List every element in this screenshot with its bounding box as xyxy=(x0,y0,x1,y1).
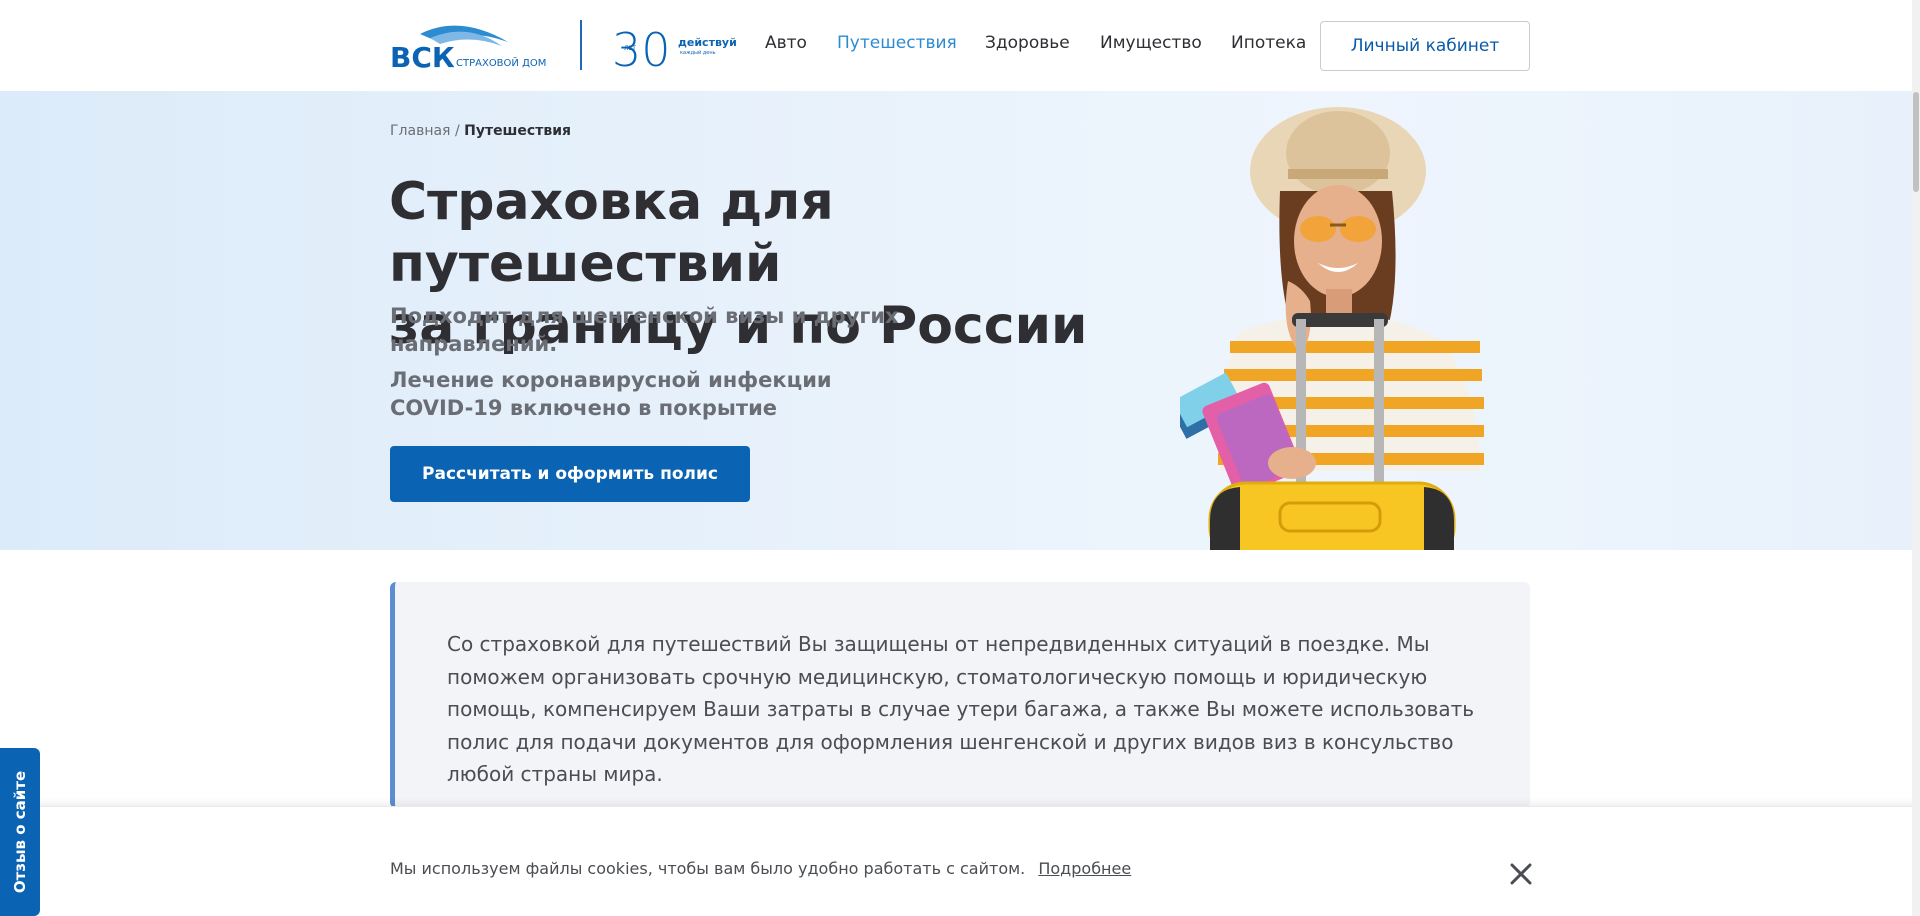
anniversary-slogan: действуй xyxy=(678,36,737,49)
info-text: Со страховкой для путешествий Вы защищен… xyxy=(447,632,1475,786)
breadcrumb-current: Путешествия xyxy=(464,123,571,139)
anniversary-number: 30 xyxy=(612,23,671,70)
breadcrumb: Главная / Путешествия xyxy=(390,123,571,139)
nav-item-health[interactable]: Здоровье xyxy=(985,33,1070,53)
cookie-more-link[interactable]: Подробнее xyxy=(1038,859,1131,878)
cookie-message: Мы используем файлы cookies, чтобы вам б… xyxy=(390,859,1131,878)
breadcrumb-home-link[interactable]: Главная xyxy=(390,123,450,139)
scrollbar-thumb[interactable] xyxy=(1913,92,1919,192)
feedback-label: Отзыв о сайте xyxy=(11,770,29,894)
hero-subtitle-schengen: Подходит для шенгенской визы и других на… xyxy=(390,304,899,356)
calculate-policy-button[interactable]: Рассчитать и оформить полис xyxy=(390,446,750,502)
page-title-line1: Страховка для путешествий xyxy=(389,172,834,294)
traveler-illustration xyxy=(1180,107,1484,550)
nav-item-mortgage[interactable]: Ипотека xyxy=(1231,33,1306,53)
personal-cabinet-button[interactable]: Личный кабинет xyxy=(1320,21,1530,71)
anniversary-years: ЛЕТ xyxy=(624,45,636,52)
cookie-banner: Мы используем файлы cookies, чтобы вам б… xyxy=(0,806,1920,916)
nav-item-auto[interactable]: Авто xyxy=(765,33,807,53)
breadcrumb-separator: / xyxy=(454,123,460,139)
nav-item-property[interactable]: Имущество xyxy=(1100,33,1202,53)
hero-section: Главная / Путешествия Страховка для путе… xyxy=(0,91,1920,550)
cookie-text: Мы используем файлы cookies, чтобы вам б… xyxy=(390,859,1026,878)
page-scrollbar[interactable] xyxy=(1912,0,1920,916)
close-icon[interactable] xyxy=(1508,861,1534,887)
anniversary-tagline: каждый день xyxy=(680,49,716,56)
logo-divider xyxy=(580,20,582,70)
site-header: ВСК СТРАХОВОЙ ДОМ 30 ЛЕТ действуй каждый… xyxy=(0,0,1920,91)
logo-subtitle-text: СТРАХОВОЙ ДОМ xyxy=(456,56,546,69)
info-block: Со страховкой для путешествий Вы защищен… xyxy=(390,582,1530,808)
hero-subtitle-covid: Лечение коронавирусной инфекции COVID-19… xyxy=(390,368,832,420)
anniversary-logo: 30 ЛЕТ действуй каждый день xyxy=(612,23,737,70)
site-feedback-tab[interactable]: Отзыв о сайте xyxy=(0,748,40,916)
nav-item-travel[interactable]: Путешествия xyxy=(837,33,957,53)
vsk-logo[interactable]: ВСК СТРАХОВОЙ ДОМ xyxy=(390,20,552,70)
logo-brand-text: ВСК xyxy=(390,41,455,70)
